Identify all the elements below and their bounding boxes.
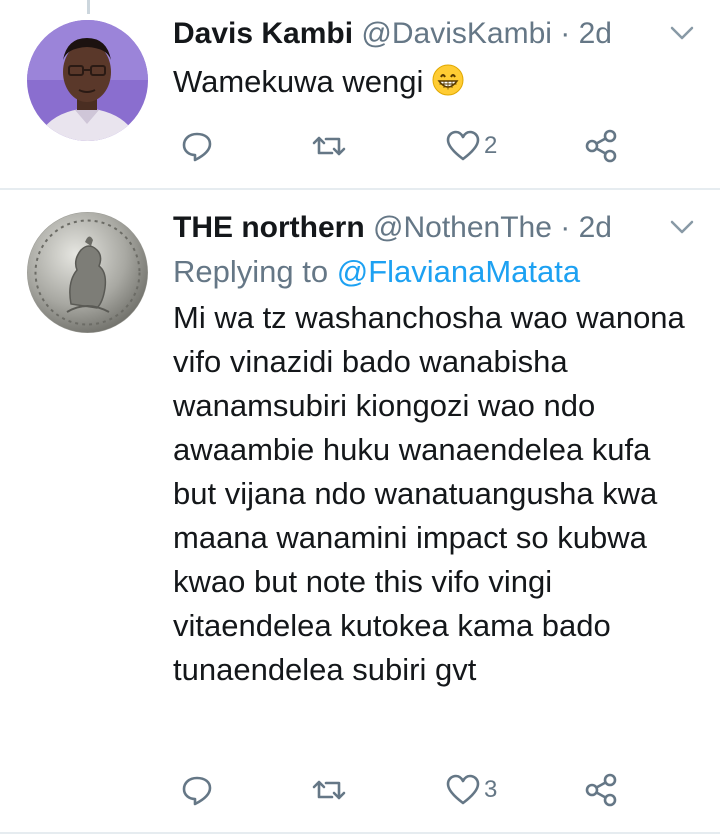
- separator-dot: ·: [560, 211, 571, 244]
- retweet-icon: [312, 136, 346, 156]
- like-button[interactable]: 3: [445, 770, 497, 810]
- chevron-down-icon[interactable]: [668, 216, 696, 238]
- display-name[interactable]: Davis Kambi: [173, 17, 353, 50]
- avatar-image: [27, 212, 148, 333]
- reply-button[interactable]: [179, 770, 218, 810]
- tweet-actions: 3: [173, 770, 643, 810]
- retweet-icon: [312, 780, 346, 800]
- tweet-text-body: Wamekuwa wengi: [173, 64, 424, 99]
- share-icon: [585, 129, 617, 163]
- reply-icon: [182, 132, 212, 162]
- replying-to-line: Replying to @FlavianaMatata: [173, 250, 696, 294]
- separator-dot: ·: [560, 17, 571, 50]
- tweet-header: Davis Kambi @DavisKambi · 2d: [173, 14, 696, 54]
- retweet-button[interactable]: [311, 126, 350, 166]
- heart-icon: [446, 774, 480, 805]
- avatar[interactable]: [27, 212, 148, 333]
- grinning-face-emoji: [432, 64, 464, 96]
- tweet[interactable]: Davis Kambi @DavisKambi · 2d Wamekuwa we…: [0, 0, 720, 188]
- tweet-header: THE northern @NothenThe · 2d: [173, 208, 696, 248]
- heart-icon: [446, 130, 480, 161]
- chevron-down-icon[interactable]: [668, 22, 696, 44]
- retweet-button[interactable]: [311, 770, 350, 810]
- replying-to-mention[interactable]: @FlavianaMatata: [337, 254, 580, 289]
- user-handle[interactable]: @NothenThe: [373, 211, 552, 244]
- tweet-content: THE northern @NothenThe · 2d Replying to…: [173, 208, 696, 692]
- timestamp[interactable]: 2d: [579, 17, 612, 50]
- tweet[interactable]: THE northern @NothenThe · 2d Replying to…: [0, 190, 720, 834]
- display-name[interactable]: THE northern: [173, 211, 365, 244]
- share-button[interactable]: [583, 770, 619, 810]
- tweet-text: Wamekuwa wengi: [173, 60, 696, 104]
- user-handle[interactable]: @DavisKambi: [361, 17, 552, 50]
- replying-to-label: Replying to: [173, 254, 329, 289]
- like-count: 2: [484, 132, 498, 159]
- reply-button[interactable]: [179, 126, 218, 166]
- like-button[interactable]: 2: [445, 126, 497, 166]
- share-button[interactable]: [583, 126, 619, 166]
- avatar[interactable]: [27, 20, 148, 141]
- share-icon: [585, 773, 617, 807]
- tweet-actions: 2: [173, 126, 643, 166]
- tweet-content: Davis Kambi @DavisKambi · 2d Wamekuwa we…: [173, 14, 696, 104]
- reply-icon: [182, 776, 212, 806]
- like-count: 3: [484, 776, 498, 803]
- timestamp[interactable]: 2d: [579, 211, 612, 244]
- avatar-image: [27, 20, 148, 141]
- tweet-text: Mi wa tz washanchosha wao wanona vifo vi…: [173, 300, 685, 687]
